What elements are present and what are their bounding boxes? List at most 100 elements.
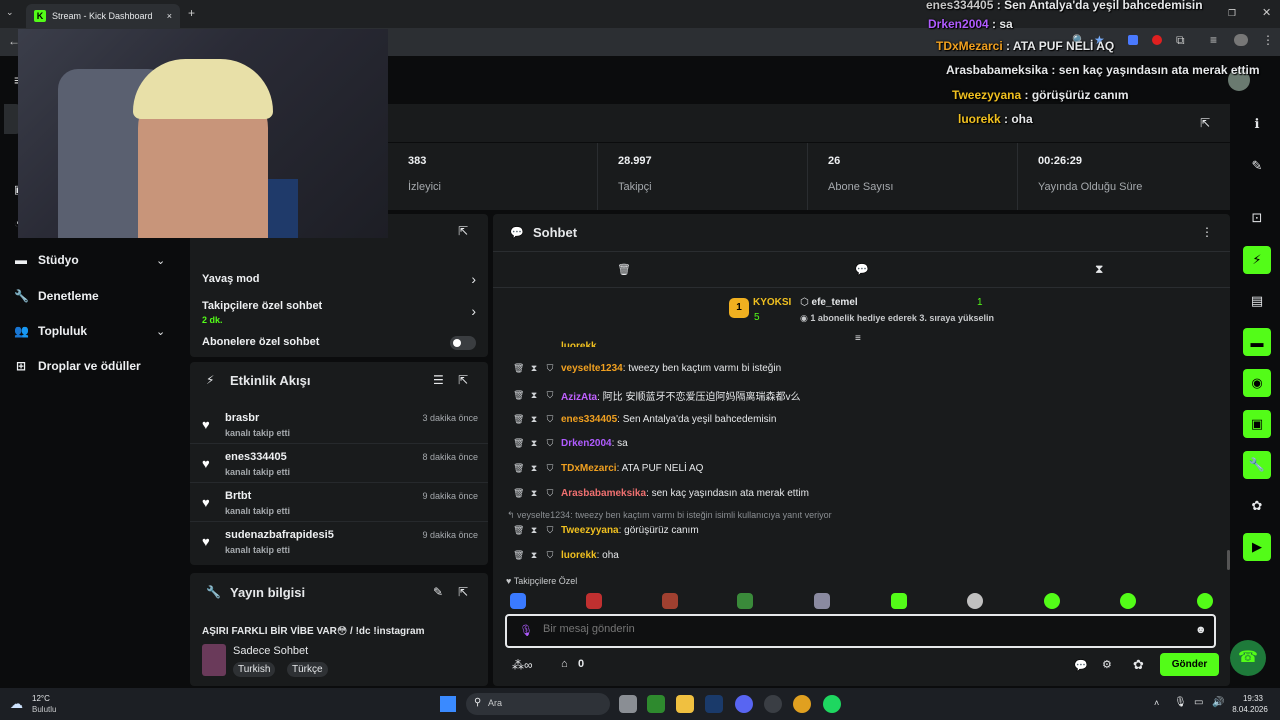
spotify-icon[interactable] (823, 695, 841, 713)
trash-icon[interactable]: 🗑 (617, 263, 631, 276)
chat-scrollbar[interactable] (1227, 550, 1230, 570)
hourglass-icon[interactable]: ⧗ (529, 438, 539, 449)
clock-time[interactable]: 19:33 (1236, 694, 1270, 703)
lightning-icon[interactable]: ⚡ (1243, 246, 1271, 274)
emote[interactable] (1044, 593, 1060, 609)
file-explorer-icon[interactable] (676, 695, 694, 713)
trash-icon[interactable]: 🗑 (513, 363, 524, 374)
emote[interactable] (1197, 593, 1213, 609)
nav-drops[interactable]: ⊞ Droplar ve ödüller (14, 359, 141, 373)
discord-icon[interactable] (735, 695, 753, 713)
volume-icon[interactable]: 🔊 (1212, 697, 1224, 708)
chevron-right-icon[interactable]: › (471, 303, 476, 319)
monitor-icon[interactable]: ▭ (1194, 697, 1203, 708)
chat-username[interactable]: AzizAta (561, 392, 597, 403)
activity-user[interactable]: Brtbt (225, 490, 251, 502)
community-chevron-down-icon[interactable]: ⌄ (156, 325, 165, 338)
chrome-icon[interactable] (793, 695, 811, 713)
gifter-name[interactable]: efe_temel (812, 297, 858, 308)
hourglass-icon[interactable]: ⧗ (529, 525, 539, 536)
chat-username[interactable]: enes334405 (561, 414, 617, 425)
tab-list-chevron-icon[interactable]: ⌄ (6, 7, 14, 18)
chat-username[interactable]: TDxMezarci (561, 463, 617, 474)
edit-pencil-icon[interactable]: ✎ (433, 585, 443, 599)
windows-start-icon[interactable] (440, 696, 456, 712)
chat-username[interactable]: Drken2004 (561, 438, 612, 449)
trash-icon[interactable]: 🗑 (513, 414, 524, 425)
microphone-icon[interactable]: 🎙 (519, 624, 533, 637)
slow-mode-row[interactable]: Yavaş mod (202, 273, 259, 285)
hourglass-icon[interactable]: ⧗ (529, 463, 539, 474)
microphone-icon[interactable]: 🎙 (1174, 697, 1187, 708)
gear-icon[interactable]: ⚙ (1102, 658, 1112, 671)
popout-icon[interactable]: ⇱ (458, 373, 468, 387)
hourglass-icon[interactable]: ⧗ (529, 390, 539, 401)
nav-studio[interactable]: ▬ Stüdyo (14, 253, 79, 267)
studio-chevron-down-icon[interactable]: ⌄ (156, 254, 165, 267)
chat-bubble-icon[interactable]: 💬 (855, 263, 869, 276)
chat-bubble-icon[interactable]: 💬 (1074, 659, 1088, 672)
app-icon[interactable] (764, 695, 782, 713)
subs-only-toggle[interactable] (450, 336, 476, 350)
cloud-icon[interactable]: ☁ (10, 696, 23, 712)
emote[interactable] (1120, 593, 1136, 609)
emote[interactable] (891, 593, 907, 609)
tab-close-icon[interactable]: × (167, 11, 172, 21)
chat-input-box[interactable]: 🎙 ☻ (505, 614, 1216, 648)
hourglass-icon[interactable]: ⧗ (1095, 262, 1103, 277)
collapse-chevron-icon[interactable]: ≡ (855, 333, 861, 344)
new-tab-icon[interactable]: + (188, 6, 195, 20)
steam-icon[interactable] (705, 695, 723, 713)
activity-user[interactable]: enes334405 (225, 451, 287, 463)
emote[interactable] (586, 593, 602, 609)
kebab-menu-icon[interactable]: ⋮ (1201, 225, 1213, 239)
trash-icon[interactable]: 🗑 (513, 438, 524, 449)
trash-icon[interactable]: 🗑 (513, 463, 524, 474)
points-icon[interactable]: ⁂∞ (512, 658, 533, 672)
emote[interactable] (662, 593, 678, 609)
xbox-icon[interactable] (647, 695, 665, 713)
trash-icon[interactable]: 🗑 (513, 550, 524, 561)
popout-icon[interactable]: ⇱ (458, 224, 468, 238)
tray-chevron-icon[interactable]: ˄ (1154, 698, 1159, 708)
emote[interactable] (510, 593, 526, 609)
store-icon[interactable]: ⌂ (561, 658, 568, 670)
followers-only-row[interactable]: Takipçilere özel sohbet 2 dk. (202, 300, 322, 325)
filter-icon[interactable]: ☰ (433, 373, 444, 387)
hourglass-icon[interactable]: ⧗ (529, 414, 539, 425)
weather-temp[interactable]: 12°C (32, 694, 50, 703)
broadcast-icon[interactable]: ◉ (1243, 369, 1271, 397)
emote[interactable] (967, 593, 983, 609)
trash-icon[interactable]: 🗑 (513, 390, 524, 401)
emote[interactable] (737, 593, 753, 609)
emote-icon[interactable]: ✿ (1133, 657, 1144, 673)
wrench-icon[interactable]: 🔧 (1243, 451, 1271, 479)
activity-user[interactable]: sudenazbafrapidesi5 (225, 529, 334, 541)
popout-icon[interactable]: ⇱ (458, 585, 468, 599)
top-gifter-name[interactable]: KYOKSI (753, 297, 791, 308)
taskbar-search[interactable]: ⚲ Ara (466, 693, 610, 715)
chat-bubble-icon[interactable]: ▬ (1243, 328, 1271, 356)
document-icon[interactable]: ▤ (1243, 287, 1271, 315)
edit-pencil-icon[interactable]: ✎ (1243, 152, 1271, 180)
clock-date[interactable]: 8.04.2026 (1228, 705, 1272, 714)
chat-username[interactable]: Tweezyyana (561, 525, 619, 536)
trash-icon[interactable]: 🗑 (513, 525, 524, 536)
browser-tab[interactable]: K Stream - Kick Dashboard × (26, 4, 180, 28)
activity-user[interactable]: brasbr (225, 412, 259, 424)
emoji-icon[interactable]: ☻ (1195, 624, 1207, 636)
chat-input[interactable] (543, 623, 1143, 635)
send-button[interactable]: Gönder (1160, 653, 1219, 676)
capture-icon[interactable]: ⊡ (1243, 204, 1271, 232)
video-icon[interactable]: ▶ (1243, 533, 1271, 561)
task-view-icon[interactable] (619, 695, 637, 713)
help-fab-button[interactable]: ☎ (1230, 640, 1266, 676)
chevron-right-icon[interactable]: › (471, 271, 476, 287)
chat-username[interactable]: veyselte1234 (561, 363, 623, 374)
hourglass-icon[interactable]: ⧗ (529, 488, 539, 499)
emote-icon[interactable]: ✿ (1243, 492, 1271, 520)
emote[interactable] (814, 593, 830, 609)
printer-icon[interactable]: ▣ (1243, 410, 1271, 438)
hourglass-icon[interactable]: ⧗ (529, 363, 539, 374)
nav-community[interactable]: 👥 Topluluk (14, 324, 87, 338)
